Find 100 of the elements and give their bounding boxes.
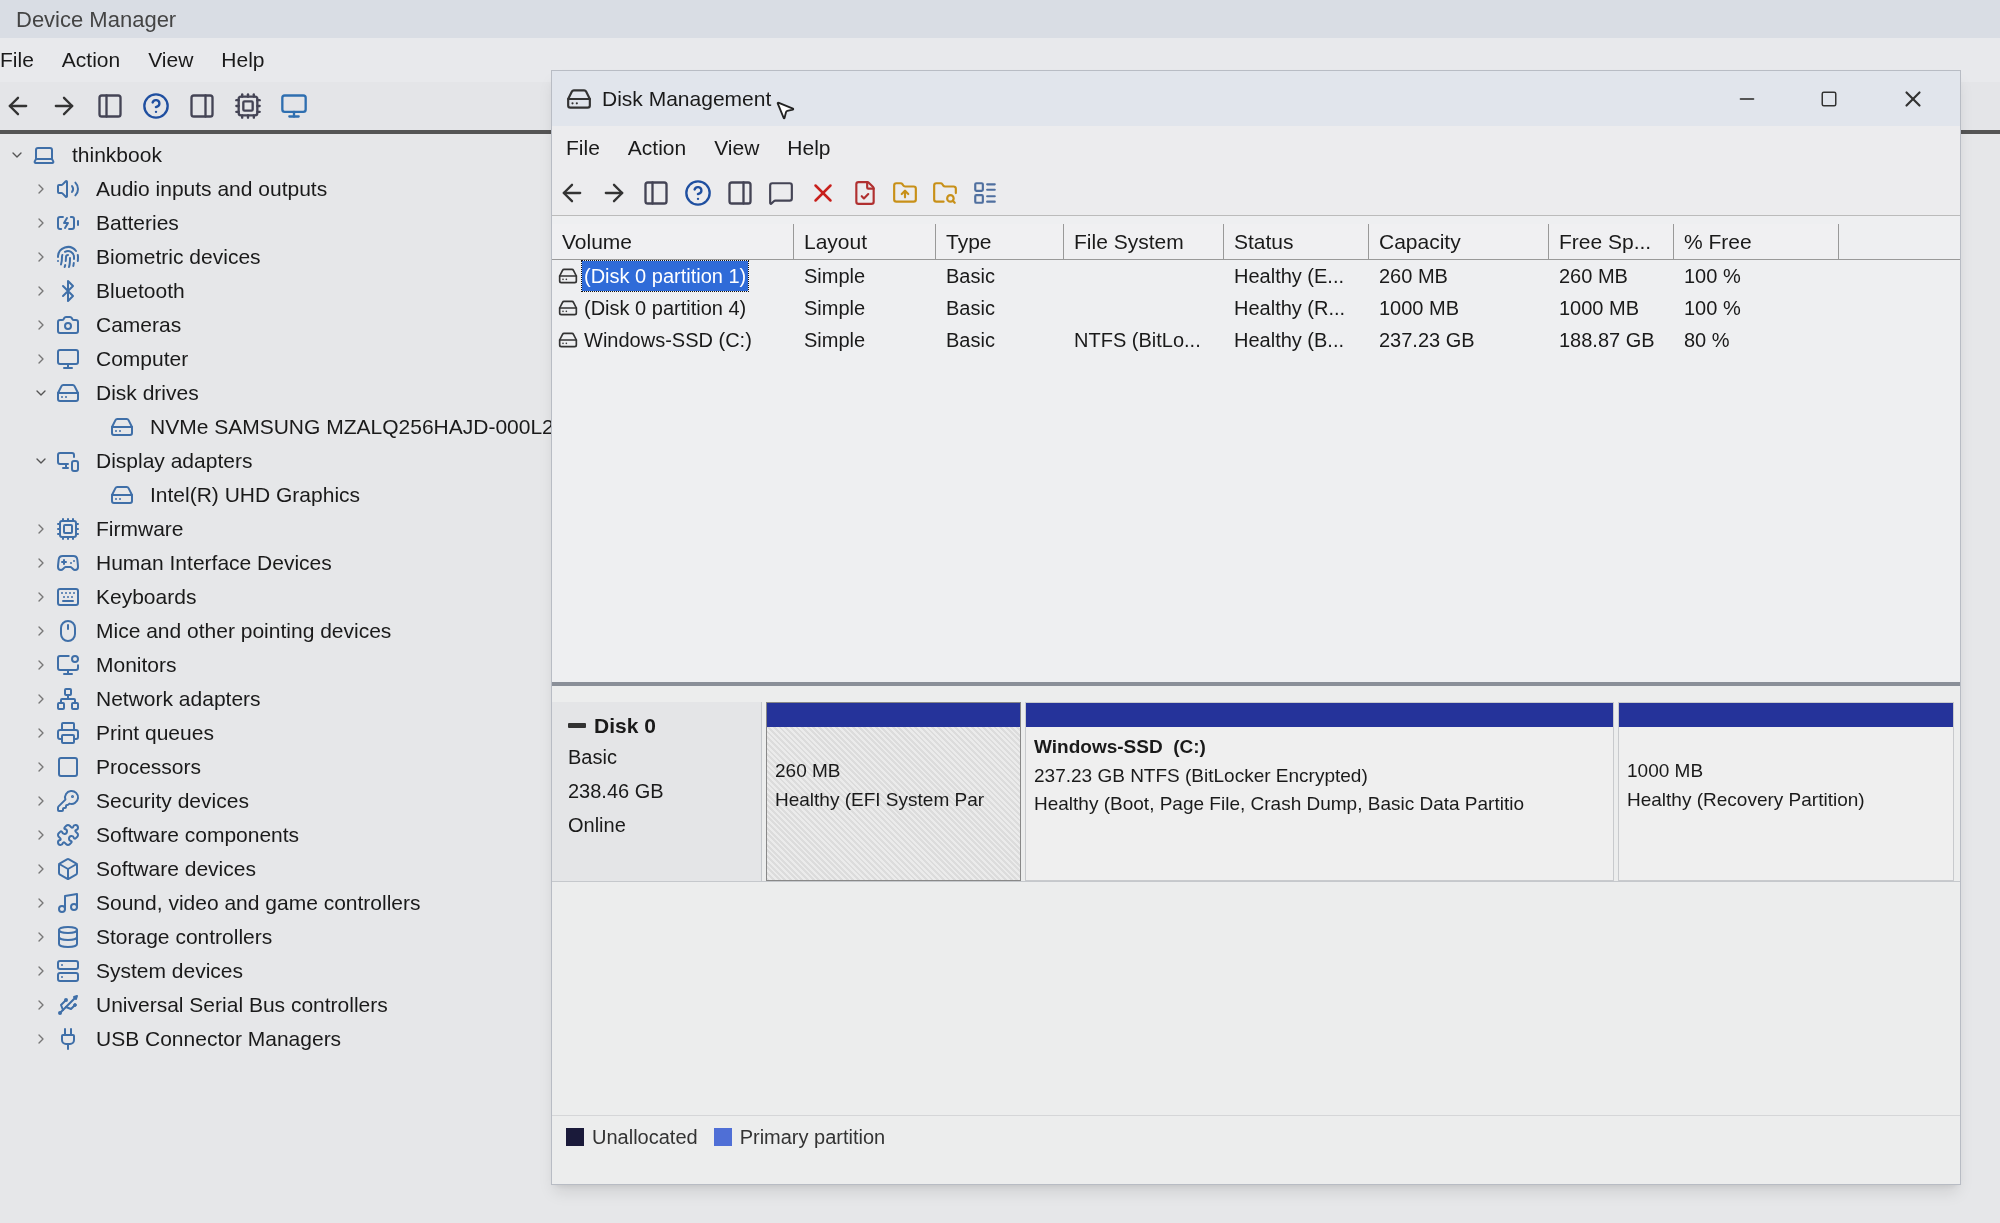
console-tree-icon[interactable]: [96, 92, 124, 120]
fingerprint-icon: [56, 245, 80, 269]
tree-item[interactable]: Cameras: [96, 309, 182, 341]
checklist-icon[interactable]: [852, 179, 878, 206]
table-cell[interactable]: (Disk 0 partition 4): [582, 293, 749, 323]
tree-item[interactable]: System devices: [96, 955, 244, 987]
table-cell-text: 260 MB: [1558, 264, 1629, 289]
table-cell-text: 260 MB: [1378, 264, 1449, 289]
camera-icon: [56, 313, 80, 337]
server-icon: [56, 959, 80, 983]
action-pane-icon[interactable]: [188, 92, 216, 120]
tree-item[interactable]: Mice and other pointing devices: [96, 615, 392, 647]
box-icon: [56, 857, 80, 881]
table-cell-text: Simple: [803, 296, 867, 321]
tree-item[interactable]: Bluetooth: [96, 275, 185, 307]
partition-detail: 1000 MB: [1627, 759, 1704, 783]
tree-item[interactable]: Sound, video and game controllers: [96, 887, 421, 919]
device-icon: [110, 415, 134, 439]
maximize-icon[interactable]: [1820, 89, 1838, 108]
menu-item[interactable]: File: [0, 44, 48, 76]
table-cell-text: Basic: [945, 264, 996, 289]
tree-item[interactable]: Network adapters: [96, 683, 261, 715]
database-icon: [56, 925, 80, 949]
tree-item[interactable]: thinkbook: [72, 139, 162, 171]
tree-item[interactable]: Intel(R) UHD Graphics: [150, 479, 361, 511]
folder-up-icon[interactable]: [892, 179, 918, 206]
help-icon[interactable]: [684, 178, 712, 207]
table-cell-text: 237.23 GB: [1378, 328, 1476, 353]
tree-item[interactable]: Human Interface Devices: [96, 547, 332, 579]
partition-title: Windows-SSD (C:): [1034, 735, 1206, 759]
disk-info-panel[interactable]: Disk 0 Basic 238.46 GB Online: [552, 702, 762, 881]
table-cell-text: 100 %: [1683, 264, 1742, 289]
chip-icon: [56, 517, 80, 541]
tree-item[interactable]: Storage controllers: [96, 921, 273, 953]
action-pane-icon[interactable]: [726, 178, 754, 207]
menu-item[interactable]: View: [700, 132, 774, 164]
printer-icon: [56, 721, 80, 745]
volume-icon: [558, 298, 578, 318]
menu-item[interactable]: Action: [47, 44, 135, 76]
monitor-icon[interactable]: [280, 92, 308, 120]
volume-icon: [558, 266, 578, 286]
tree-item[interactable]: Software components: [96, 819, 300, 851]
tree-item[interactable]: NVMe SAMSUNG MZALQ256HAJD-000L2: [150, 411, 554, 443]
menu-item[interactable]: Help: [207, 44, 279, 76]
menu-item[interactable]: View: [134, 44, 208, 76]
tree-item[interactable]: Universal Serial Bus controllers: [96, 989, 388, 1021]
partition-detail: Healthy (Boot, Page File, Crash Dump, Basic Data Partitio: [1034, 792, 1524, 816]
menu-item[interactable]: Action: [613, 132, 701, 164]
table-cell-text: 80 %: [1683, 328, 1731, 353]
table-cell-text: Simple: [803, 264, 867, 289]
tree-item[interactable]: Computer: [96, 343, 189, 375]
partition-block[interactable]: 1000 MB Healthy (Recovery Partition): [1618, 702, 1954, 881]
cursor-icon: [774, 99, 796, 121]
disk-status: Online: [568, 812, 627, 838]
keyboard-icon: [56, 585, 80, 609]
tree-item[interactable]: Disk drives: [96, 377, 199, 409]
table-cell[interactable]: (Disk 0 partition 1): [582, 261, 749, 291]
key-icon: [56, 789, 80, 813]
tree-item[interactable]: Batteries: [96, 207, 179, 239]
table-cell-text: NTFS (BitLo...: [1073, 328, 1202, 353]
device-icon[interactable]: [234, 92, 262, 120]
console-tree-icon[interactable]: [642, 178, 670, 207]
tree-item[interactable]: Processors: [96, 751, 202, 783]
table-cell-text: Basic: [945, 328, 996, 353]
disk-name: Disk 0: [594, 713, 656, 739]
monitor-icon: [56, 653, 80, 677]
tree-item[interactable]: Software devices: [96, 853, 256, 885]
help-icon[interactable]: [142, 92, 170, 120]
partition-block[interactable]: 260 MB Healthy (EFI System Par: [766, 702, 1021, 881]
partition-detail: Healthy (Recovery Partition): [1627, 787, 1865, 812]
tree-item[interactable]: Print queues: [96, 717, 214, 749]
tree-item[interactable]: Firmware: [96, 513, 184, 545]
folder-search-icon[interactable]: [932, 179, 958, 206]
window-title: Disk Management: [602, 85, 772, 112]
tree-item[interactable]: USB Connector Managers: [96, 1023, 342, 1055]
disk-size: 238.46 GB: [568, 778, 665, 804]
puzzle-icon: [56, 823, 80, 847]
table-cell-text: 1000 MB: [1378, 296, 1461, 321]
partition-detail: 237.23 GB NTFS (BitLocker Encrypted): [1034, 763, 1368, 788]
drive-icon: [56, 381, 80, 405]
tree-item[interactable]: Audio inputs and outputs: [96, 173, 328, 205]
tree-item[interactable]: Keyboards: [96, 581, 197, 613]
table-cell[interactable]: Windows-SSD (C:): [582, 325, 754, 355]
table-cell-text: 1000 MB: [1558, 296, 1641, 321]
partition-detail: Healthy (EFI System Par: [775, 787, 985, 812]
network-icon: [56, 687, 80, 711]
usb-icon: [56, 993, 80, 1017]
tree-item[interactable]: Monitors: [96, 649, 177, 681]
tree-item[interactable]: Security devices: [96, 785, 249, 817]
monitor-icon: [56, 347, 80, 371]
tree-item[interactable]: Display adapters: [96, 445, 253, 477]
menu-item[interactable]: Help: [773, 132, 845, 164]
partition-detail: 260 MB: [775, 759, 841, 783]
tree-item[interactable]: Biometric devices: [96, 241, 261, 273]
display-icon: [56, 449, 80, 473]
list-view-icon[interactable]: [972, 179, 998, 206]
menu-item[interactable]: File: [552, 132, 614, 164]
partition-block[interactable]: Windows-SSD (C:) 237.23 GB NTFS (BitLocker Encrypted) Healthy (Boot, Page File, Crash Dump, Basic Data Partitio: [1025, 702, 1614, 881]
table-cell-text: 188.87 GB: [1558, 328, 1656, 353]
table-cell-text: Healthy (E...: [1233, 264, 1346, 289]
